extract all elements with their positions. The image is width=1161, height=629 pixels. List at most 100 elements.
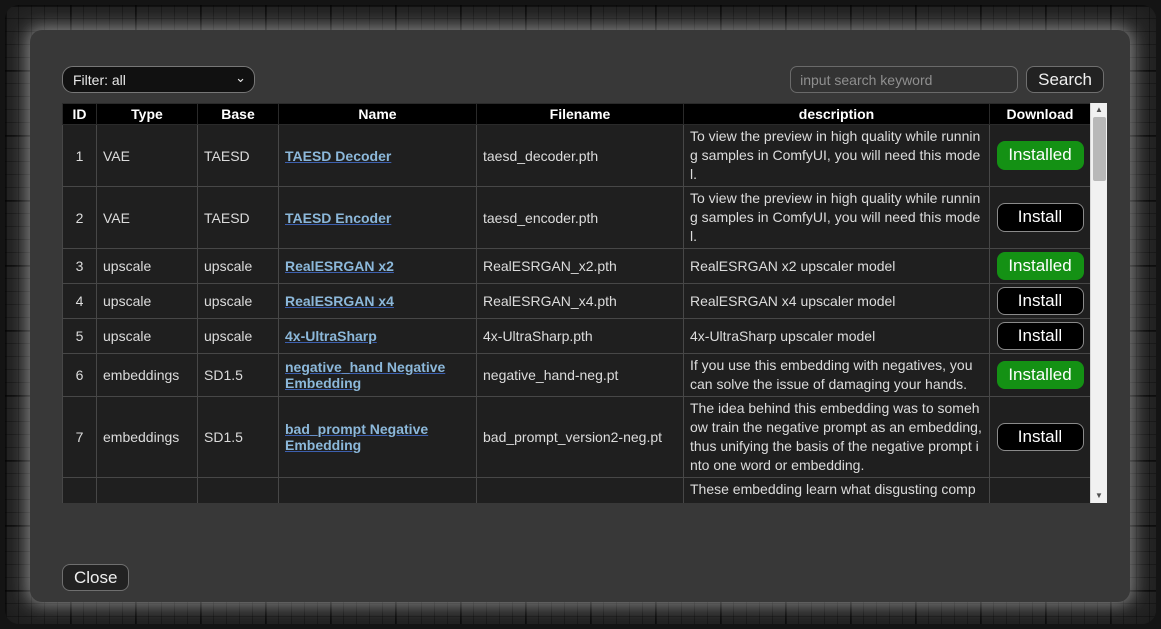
- cell-filename: RealESRGAN_x2.pth: [477, 249, 684, 284]
- cell-download: Installed: [990, 125, 1091, 187]
- cell-name: negative_hand Negative Embedding: [279, 354, 477, 397]
- cell-download: Install: [990, 319, 1091, 354]
- table-scrollbar[interactable]: ▲ ▼: [1090, 103, 1107, 503]
- scrollbar-thumb[interactable]: [1093, 117, 1106, 181]
- cell-type: upscale: [97, 249, 198, 284]
- search-group: Search: [790, 66, 1104, 93]
- cell-filename: 4x-UltraSharp.pth: [477, 319, 684, 354]
- cell-id: 5: [63, 319, 97, 354]
- cell-id: 3: [63, 249, 97, 284]
- cell-name: bad_prompt Negative Embedding: [279, 397, 477, 478]
- table-row: 1 VAE TAESD TAESD Decoder taesd_decoder.…: [63, 125, 1091, 187]
- cell-filename: bad_prompt_version2-neg.pt: [477, 397, 684, 478]
- install-button[interactable]: Installed: [997, 141, 1084, 169]
- cell-type: embeddings: [97, 354, 198, 397]
- column-header-id: ID: [63, 104, 97, 125]
- cell-description: If you use this embedding with negatives…: [684, 354, 990, 397]
- model-name-link[interactable]: bad_prompt Negative Embedding: [285, 421, 428, 453]
- cell-name: 4x-UltraSharp: [279, 319, 477, 354]
- model-name-link[interactable]: 4x-UltraSharp: [285, 328, 377, 344]
- cell-download: Installed: [990, 249, 1091, 284]
- model-table-body: 1 VAE TAESD TAESD Decoder taesd_decoder.…: [63, 125, 1091, 504]
- column-header-type: Type: [97, 104, 198, 125]
- column-header-base: Base: [198, 104, 279, 125]
- cell-description: To view the preview in high quality whil…: [684, 187, 990, 249]
- cell-filename: taesd_decoder.pth: [477, 125, 684, 187]
- cell-description: RealESRGAN x4 upscaler model: [684, 284, 990, 319]
- cell-filename: RealESRGAN_x4.pth: [477, 284, 684, 319]
- cell-description: To view the preview in high quality whil…: [684, 125, 990, 187]
- table-row: 2 VAE TAESD TAESD Encoder taesd_encoder.…: [63, 187, 1091, 249]
- close-button[interactable]: Close: [62, 564, 129, 591]
- cell-filename: [477, 478, 684, 504]
- cell-base: upscale: [198, 319, 279, 354]
- cell-description: RealESRGAN x2 upscaler model: [684, 249, 990, 284]
- cell-type: [97, 478, 198, 504]
- cell-download: Installed: [990, 354, 1091, 397]
- cell-type: upscale: [97, 319, 198, 354]
- install-button[interactable]: Installed: [997, 252, 1084, 280]
- install-button[interactable]: Installed: [997, 361, 1084, 389]
- cell-name: RealESRGAN x2: [279, 249, 477, 284]
- model-name-link[interactable]: RealESRGAN x4: [285, 293, 394, 309]
- cell-base: SD1.5: [198, 397, 279, 478]
- column-header-name: Name: [279, 104, 477, 125]
- cell-description: The idea behind this embedding was to so…: [684, 397, 990, 478]
- cell-id: 2: [63, 187, 97, 249]
- model-name-link[interactable]: TAESD Encoder: [285, 210, 391, 226]
- cell-type: VAE: [97, 187, 198, 249]
- column-header-download: Download: [990, 104, 1091, 125]
- model-table-zone: ID Type Base Name Filename description D…: [62, 103, 1107, 503]
- install-button[interactable]: Install: [997, 322, 1084, 350]
- cell-name: RealESRGAN x4: [279, 284, 477, 319]
- cell-id: 1: [63, 125, 97, 187]
- cell-base: TAESD: [198, 187, 279, 249]
- cell-type: embeddings: [97, 397, 198, 478]
- column-header-description: description: [684, 104, 990, 125]
- model-table: ID Type Base Name Filename description D…: [62, 103, 1090, 503]
- table-header-row: ID Type Base Name Filename description D…: [63, 104, 1091, 125]
- table-row: These embedding learn what disgusting co…: [63, 478, 1091, 504]
- cell-name: TAESD Decoder: [279, 125, 477, 187]
- cell-id: [63, 478, 97, 504]
- search-input[interactable]: [790, 66, 1018, 93]
- cell-description: These embedding learn what disgusting co…: [684, 478, 990, 504]
- scroll-up-icon[interactable]: ▲: [1091, 103, 1107, 117]
- table-row: 5 upscale upscale 4x-UltraSharp 4x-Ultra…: [63, 319, 1091, 354]
- cell-name: [279, 478, 477, 504]
- table-row: 6 embeddings SD1.5 negative_hand Negativ…: [63, 354, 1091, 397]
- cell-filename: taesd_encoder.pth: [477, 187, 684, 249]
- cell-download: Install: [990, 397, 1091, 478]
- cell-base: upscale: [198, 249, 279, 284]
- cell-id: 7: [63, 397, 97, 478]
- model-name-link[interactable]: negative_hand Negative Embedding: [285, 359, 445, 391]
- cell-base: SD1.5: [198, 354, 279, 397]
- close-row: Close: [62, 564, 129, 591]
- filter-select-wrap: Filter: all ⌄: [62, 66, 255, 93]
- model-name-link[interactable]: RealESRGAN x2: [285, 258, 394, 274]
- cell-download: Install: [990, 284, 1091, 319]
- cell-download: [990, 478, 1091, 504]
- table-row: 7 embeddings SD1.5 bad_prompt Negative E…: [63, 397, 1091, 478]
- cell-base: TAESD: [198, 125, 279, 187]
- install-button[interactable]: Install: [997, 287, 1084, 315]
- model-name-link[interactable]: TAESD Decoder: [285, 148, 391, 164]
- install-button[interactable]: Install: [997, 203, 1084, 231]
- cell-id: 4: [63, 284, 97, 319]
- filter-select[interactable]: Filter: all: [62, 66, 255, 93]
- cell-id: 6: [63, 354, 97, 397]
- scroll-down-icon[interactable]: ▼: [1091, 489, 1107, 503]
- cell-name: TAESD Encoder: [279, 187, 477, 249]
- dialog-toolbar: Filter: all ⌄ Search: [62, 66, 1104, 96]
- cell-description: 4x-UltraSharp upscaler model: [684, 319, 990, 354]
- model-install-dialog: Filter: all ⌄ Search ID Type Base: [30, 30, 1130, 602]
- table-row: 4 upscale upscale RealESRGAN x4 RealESRG…: [63, 284, 1091, 319]
- table-row: 3 upscale upscale RealESRGAN x2 RealESRG…: [63, 249, 1091, 284]
- cell-base: [198, 478, 279, 504]
- search-button[interactable]: Search: [1026, 66, 1104, 93]
- column-header-filename: Filename: [477, 104, 684, 125]
- cell-base: upscale: [198, 284, 279, 319]
- cell-type: upscale: [97, 284, 198, 319]
- cell-filename: negative_hand-neg.pt: [477, 354, 684, 397]
- install-button[interactable]: Install: [997, 423, 1084, 451]
